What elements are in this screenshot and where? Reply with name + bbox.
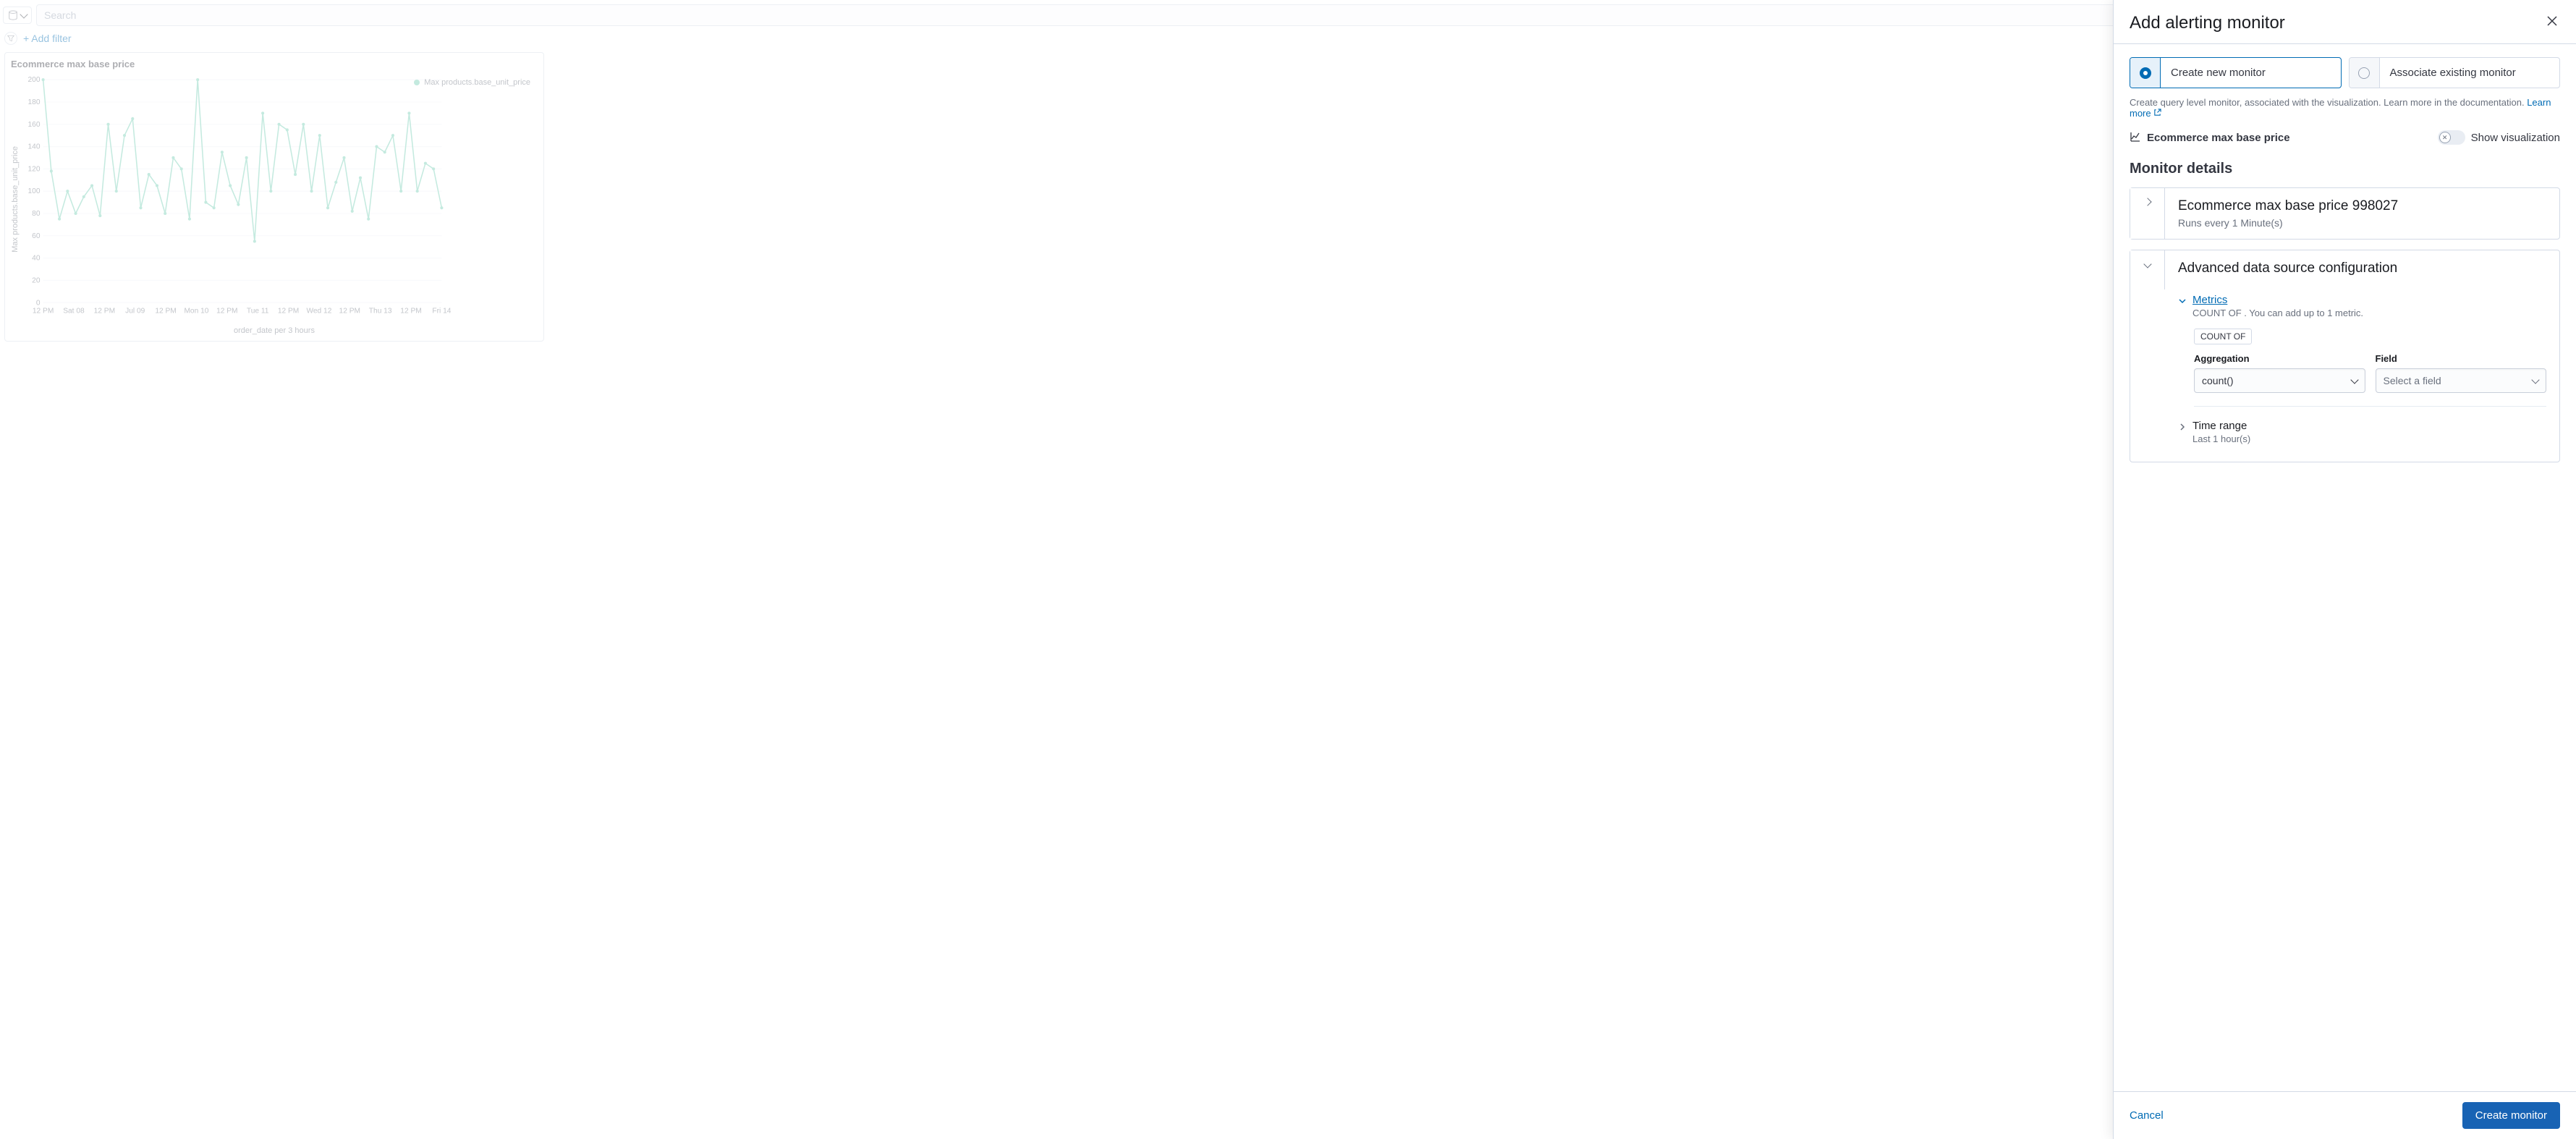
chevron-down-icon — [2178, 297, 2187, 305]
timerange-label: Time range — [2192, 420, 2247, 432]
field-label: Field — [2376, 353, 2547, 364]
radio-associate-existing-monitor[interactable]: Associate existing monitor — [2349, 57, 2561, 88]
legend-dot-icon — [414, 80, 420, 85]
radio-create-label: Create new monitor — [2161, 58, 2276, 88]
svg-text:0: 0 — [36, 299, 41, 307]
svg-text:120: 120 — [28, 165, 41, 173]
svg-text:12 PM: 12 PM — [216, 307, 237, 315]
svg-text:12 PM: 12 PM — [94, 307, 115, 315]
legend-label: Max products.base_unit_price — [424, 78, 530, 87]
aggregation-select[interactable]: count() — [2194, 368, 2365, 393]
count-of-badge: COUNT OF — [2194, 329, 2252, 344]
svg-text:160: 160 — [28, 121, 41, 129]
svg-text:12 PM: 12 PM — [155, 307, 176, 315]
chevron-right-icon — [2178, 423, 2187, 431]
create-monitor-button[interactable]: Create monitor — [2462, 1102, 2560, 1129]
svg-text:140: 140 — [28, 143, 41, 151]
monitor-details-expand[interactable] — [2130, 188, 2165, 239]
external-link-icon — [2153, 108, 2161, 119]
chart-xlabel: order_date per 3 hours — [11, 326, 538, 335]
svg-text:12 PM: 12 PM — [33, 307, 54, 315]
metrics-description: COUNT OF . You can add up to 1 metric. — [2192, 308, 2363, 318]
add-filter-button[interactable]: + Add filter — [23, 33, 72, 44]
monitor-name: Ecommerce max base price 998027 — [2178, 198, 2546, 214]
chart-title: Ecommerce max base price — [11, 59, 538, 69]
show-visualization-toggle[interactable]: ✕ — [2438, 130, 2465, 145]
svg-text:12 PM: 12 PM — [339, 307, 360, 315]
aggregation-label: Aggregation — [2194, 353, 2365, 364]
metrics-collapse[interactable] — [2178, 296, 2187, 308]
svg-text:40: 40 — [32, 255, 41, 263]
filter-icon[interactable] — [4, 32, 17, 45]
metrics-link[interactable]: Metrics — [2192, 294, 2227, 306]
chevron-down-icon — [2143, 260, 2151, 268]
monitor-details-heading: Monitor details — [2130, 161, 2560, 177]
chart-panel: Ecommerce max base price Max products.ba… — [4, 52, 544, 342]
svg-text:Thu 13: Thu 13 — [369, 307, 392, 315]
divider — [2194, 406, 2546, 407]
svg-text:Sat 08: Sat 08 — [63, 307, 85, 315]
svg-text:Wed 12: Wed 12 — [306, 307, 331, 315]
field-select[interactable]: Select a field — [2376, 368, 2547, 393]
chart-plot: 0 20 40 60 80 100 120 140 160 180 200 12 PM Sat 08 12… — [21, 74, 538, 325]
flyout-title: Add alerting monitor — [2130, 13, 2285, 33]
show-visualization-label: Show visualization — [2471, 132, 2560, 144]
advanced-config-accordion: Advanced data source configuration Metri… — [2130, 250, 2560, 462]
chevron-down-icon — [2531, 376, 2539, 384]
chevron-down-icon — [20, 10, 27, 18]
svg-text:12 PM: 12 PM — [400, 307, 421, 315]
svg-text:180: 180 — [28, 98, 41, 106]
timerange-expand[interactable] — [2178, 422, 2187, 433]
cancel-button[interactable]: Cancel — [2130, 1109, 2164, 1122]
database-icon — [8, 10, 18, 20]
chevron-down-icon — [2350, 376, 2358, 384]
svg-text:Mon 10: Mon 10 — [184, 307, 208, 315]
timerange-description: Last 1 hour(s) — [2192, 433, 2250, 444]
visualization-name: Ecommerce max base price — [2147, 132, 2290, 144]
svg-text:200: 200 — [28, 76, 41, 84]
svg-text:12 PM: 12 PM — [278, 307, 299, 315]
svg-text:20: 20 — [32, 276, 41, 284]
advanced-config-title: Advanced data source configuration — [2178, 261, 2546, 276]
chart-ylabel: Max products.base_unit_price — [11, 146, 20, 253]
close-button[interactable] — [2544, 13, 2560, 31]
svg-text:100: 100 — [28, 187, 41, 195]
line-chart-icon — [2130, 131, 2141, 145]
radio-associate-label: Associate existing monitor — [2380, 58, 2526, 88]
index-picker[interactable] — [3, 7, 32, 24]
monitor-details-accordion: Ecommerce max base price 998027 Runs eve… — [2130, 187, 2560, 240]
radio-create-new-monitor[interactable]: Create new monitor — [2130, 57, 2342, 88]
svg-text:60: 60 — [32, 232, 41, 240]
monitor-schedule: Runs every 1 Minute(s) — [2178, 217, 2546, 229]
close-icon — [2547, 16, 2557, 26]
advanced-config-collapse[interactable] — [2130, 250, 2165, 289]
flyout-panel: Add alerting monitor Create new monitor … — [2113, 0, 2576, 1139]
svg-text:80: 80 — [32, 210, 41, 218]
svg-text:Jul 09: Jul 09 — [125, 307, 145, 315]
toggle-knob-off-icon: ✕ — [2439, 132, 2451, 143]
svg-text:Tue 11: Tue 11 — [247, 307, 269, 315]
svg-text:Fri 14: Fri 14 — [432, 307, 451, 315]
helper-text: Create query level monitor, associated w… — [2130, 97, 2560, 119]
chevron-right-icon — [2143, 198, 2151, 206]
chart-legend: Max products.base_unit_price — [414, 78, 530, 87]
